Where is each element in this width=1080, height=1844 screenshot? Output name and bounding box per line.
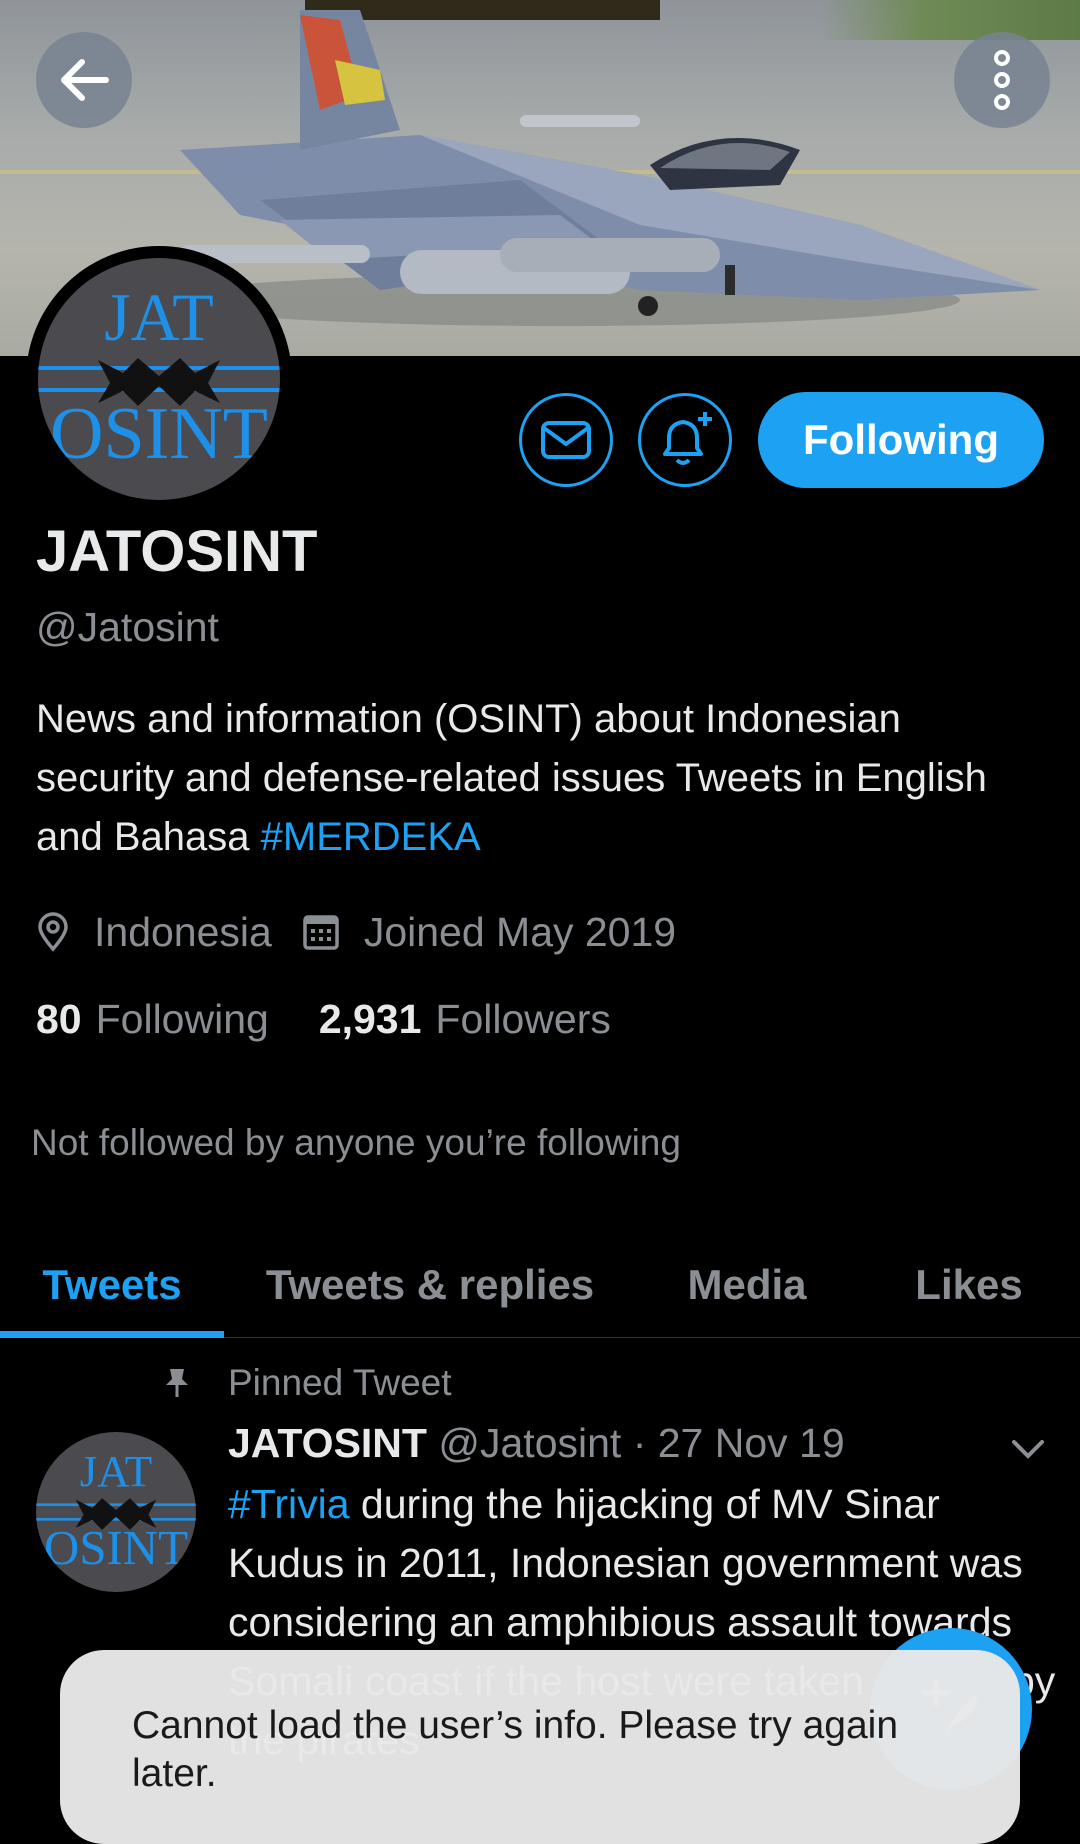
profile-handle: @Jatosint — [36, 604, 219, 650]
followers-count-link[interactable]: 2,931 Followers — [319, 996, 611, 1043]
mail-icon — [541, 421, 591, 459]
arrow-left-icon — [61, 59, 109, 101]
tab-tweets-replies[interactable]: Tweets & replies — [224, 1232, 636, 1338]
svg-text:OSINT: OSINT — [50, 393, 268, 475]
message-button[interactable] — [519, 393, 613, 487]
profile-bio: News and information (OSINT) about Indon… — [36, 690, 1046, 867]
tab-likes[interactable]: Likes — [858, 1232, 1080, 1338]
location-item: Indonesia — [36, 909, 272, 956]
more-options-button[interactable] — [954, 32, 1050, 128]
bio-hashtag-link[interactable]: #MERDEKA — [261, 815, 481, 859]
jatosint-logo-small: JAT OSINT — [36, 1446, 196, 1575]
tab-tweets[interactable]: Tweets — [0, 1232, 224, 1338]
not-followed-notice: Not followed by anyone you’re following — [31, 1122, 681, 1163]
svg-text:JAT: JAT — [80, 1446, 152, 1496]
bio-text: News and information (OSINT) about Indon… — [36, 697, 987, 859]
chevron-down-icon[interactable] — [1010, 1438, 1046, 1460]
pin-icon — [166, 1369, 188, 1397]
tweet-author[interactable]: JATOSINT — [228, 1420, 427, 1466]
location-text: Indonesia — [94, 908, 272, 955]
following-count-link[interactable]: 80 Following — [36, 996, 269, 1043]
joined-item: Joined May 2019 — [302, 909, 676, 956]
location-pin-icon — [38, 912, 68, 952]
profile-avatar[interactable]: JAT OSINT — [26, 246, 292, 512]
followers-count: 2,931 — [318, 996, 422, 1042]
pinned-label: Pinned Tweet — [228, 1362, 452, 1403]
notifications-button[interactable] — [638, 393, 732, 487]
following-count: 80 — [36, 996, 82, 1042]
error-toast: Cannot load the user’s info. Please try … — [60, 1650, 1020, 1844]
back-button[interactable] — [36, 32, 132, 128]
following-button[interactable]: Following — [758, 392, 1044, 488]
avatar-logo: JAT OSINT — [38, 258, 280, 500]
profile-name: JATOSINT — [36, 519, 318, 584]
joined-text: Joined May 2019 — [363, 908, 677, 955]
more-vertical-icon — [994, 50, 1010, 110]
profile-tabs: Tweets Tweets & replies Media Likes — [0, 1232, 1080, 1338]
calendar-icon — [303, 915, 339, 950]
bell-plus-icon — [663, 412, 712, 465]
profile-meta: Indonesia Joined May 2019 — [36, 904, 706, 960]
following-label: Following — [95, 996, 269, 1042]
followers-label: Followers — [435, 996, 611, 1042]
jatosint-logo: JAT OSINT — [38, 279, 280, 475]
svg-text:JAT: JAT — [104, 279, 214, 355]
tweet-header: JATOSINT @Jatosint · 27 Nov 19 — [228, 1420, 845, 1467]
tweet-date: · 27 Nov 19 — [621, 1420, 845, 1466]
tweet-hashtag-link[interactable]: #Trivia — [228, 1481, 350, 1527]
tab-media[interactable]: Media — [636, 1232, 858, 1338]
pinned-indicator: Pinned Tweet — [164, 1362, 452, 1404]
tweet-avatar[interactable]: JAT OSINT — [36, 1432, 196, 1592]
tweet-handle: @Jatosint — [438, 1420, 622, 1466]
follow-counts: 80 Following 2,931 Followers — [36, 996, 661, 1043]
svg-text:OSINT: OSINT — [44, 1520, 188, 1575]
